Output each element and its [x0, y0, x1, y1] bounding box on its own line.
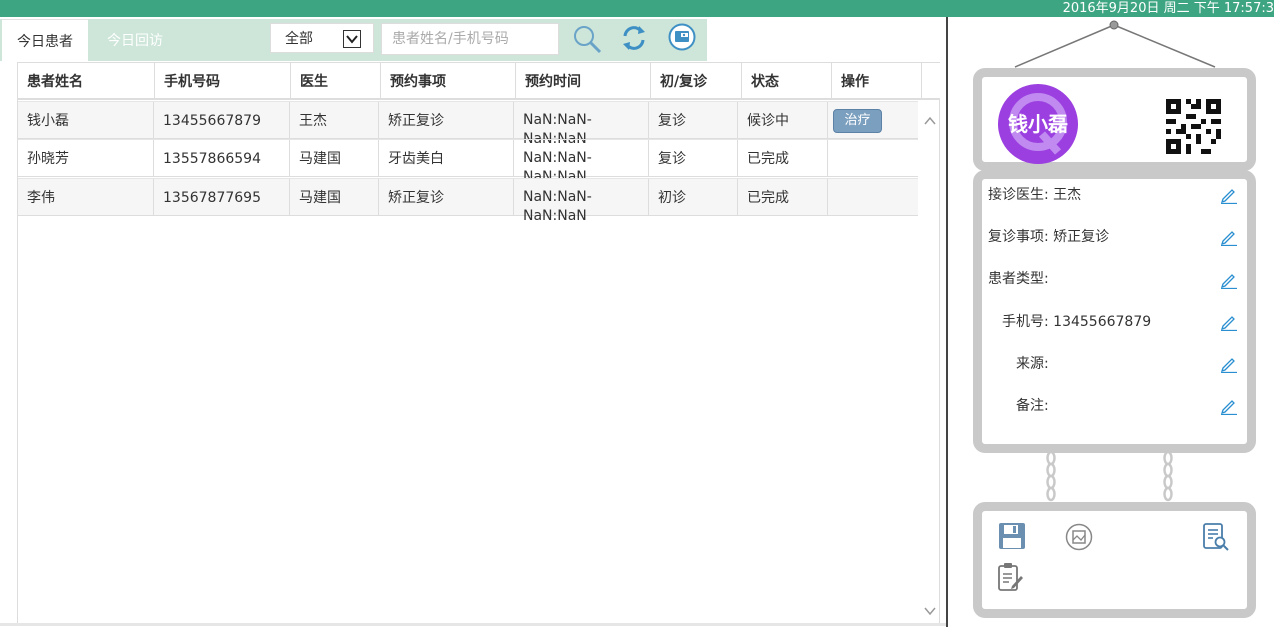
info-patient-type: 患者类型:	[988, 269, 1049, 289]
chain-links	[1046, 450, 1173, 502]
table-header: 患者姓名 手机号码 医生 预约事项 预约时间 初/复诊 状态 操作	[18, 62, 940, 100]
treat-button[interactable]: 治疗	[833, 109, 882, 133]
patient-info-card: 接诊医生: 王杰 复诊事项: 矫正复诊 患者类型: 手机号: 134556678…	[973, 170, 1256, 453]
edit-icon[interactable]	[1220, 228, 1238, 250]
column-header: 预约事项	[381, 63, 516, 99]
search-input[interactable]	[381, 23, 559, 55]
action-cell	[828, 140, 918, 177]
column-header: 预约时间	[516, 63, 651, 99]
column-header: 患者姓名	[18, 63, 155, 99]
tab-today-followup[interactable]: 今日回访	[107, 19, 163, 61]
avatar-name: 钱小磊	[1008, 112, 1068, 136]
record-search-icon[interactable]	[1202, 522, 1230, 556]
column-header: 手机号码	[155, 63, 291, 99]
appointment-time-cell: NaN:NaN-NaN:NaN	[514, 140, 649, 185]
visit-type-cell: 初诊	[649, 179, 738, 216]
info-value: 13455667879	[1053, 314, 1152, 330]
info-doctor: 接诊医生: 王杰	[988, 185, 1081, 205]
refresh-icon[interactable]	[619, 23, 649, 57]
info-value: 王杰	[1053, 187, 1082, 203]
action-cell	[828, 179, 918, 216]
patient-header-card: 钱小磊	[973, 68, 1256, 171]
filter-select[interactable]: 全部	[270, 23, 374, 53]
column-header: 初/复诊	[651, 63, 742, 99]
filter-select-value: 全部	[285, 31, 313, 47]
actions-card	[973, 502, 1256, 618]
avatar[interactable]: 钱小磊	[998, 84, 1078, 164]
patient-name-cell: 孙晓芳	[18, 140, 154, 177]
table-row[interactable]: 孙晓芳 13557866594 马建国 牙齿美白 NaN:NaN-NaN:NaN…	[18, 139, 918, 185]
info-label: 手机号:	[1002, 314, 1049, 330]
doctor-cell: 王杰	[290, 102, 379, 139]
appointment-time-cell: NaN:NaN-NaN:NaN	[514, 179, 649, 224]
phone-cell: 13567877695	[154, 179, 290, 216]
clipboard-edit-icon[interactable]	[996, 562, 1024, 596]
save-icon[interactable]	[998, 522, 1026, 554]
info-followup-item: 复诊事项: 矫正复诊	[988, 227, 1109, 247]
action-cell: 治疗	[828, 102, 918, 139]
table-row[interactable]: 钱小磊 13455667879 王杰 矫正复诊 NaN:NaN-NaN:NaN …	[18, 101, 918, 147]
chevron-down-icon	[343, 30, 361, 48]
appointment-item-cell: 矫正复诊	[379, 102, 514, 139]
status-cell: 已完成	[738, 179, 828, 216]
table-row[interactable]: 李伟 13567877695 马建国 矫正复诊 NaN:NaN-NaN:NaN …	[18, 178, 918, 224]
search-icon[interactable]	[572, 24, 602, 58]
patient-name-cell: 李伟	[18, 179, 154, 216]
visit-type-cell: 复诊	[649, 140, 738, 177]
edit-icon[interactable]	[1220, 397, 1238, 419]
info-label: 复诊事项:	[988, 229, 1049, 245]
appointment-time-cell: NaN:NaN-NaN:NaN	[514, 102, 649, 147]
patient-name-cell: 钱小磊	[18, 102, 154, 139]
status-cell: 已完成	[738, 140, 828, 177]
scroll-up-arrow[interactable]	[923, 114, 937, 132]
info-label: 患者类型:	[988, 271, 1049, 287]
patient-table: 患者姓名 手机号码 医生 预约事项 预约时间 初/复诊 状态 操作 钱小磊 13…	[17, 62, 940, 624]
card-reader-icon[interactable]	[668, 23, 696, 55]
appointment-item-cell: 牙齿美白	[379, 140, 514, 177]
info-label: 来源:	[1016, 356, 1049, 372]
info-label: 备注:	[1016, 398, 1049, 414]
status-cell: 候诊中	[738, 102, 828, 139]
qr-code-icon[interactable]	[1166, 99, 1221, 158]
edit-icon[interactable]	[1220, 271, 1238, 293]
scroll-down-arrow[interactable]	[923, 604, 937, 622]
bottom-divider	[0, 623, 948, 626]
top-bar: 2016年9月20日 周二 下午 17:57:3	[0, 0, 1274, 17]
edit-icon[interactable]	[1220, 355, 1238, 377]
info-notes: 备注:	[1016, 396, 1049, 416]
phone-cell: 13557866594	[154, 140, 290, 177]
tab-today-patients[interactable]: 今日患者	[2, 19, 88, 62]
appointment-item-cell: 矫正复诊	[379, 179, 514, 216]
hanging-string	[1014, 20, 1216, 68]
info-source: 来源:	[1016, 354, 1049, 374]
info-value: 矫正复诊	[1053, 229, 1110, 245]
info-phone: 手机号: 13455667879	[1002, 312, 1151, 332]
column-header: 操作	[832, 63, 922, 99]
column-header: 医生	[291, 63, 381, 99]
edit-icon[interactable]	[1220, 313, 1238, 335]
toolbar: 今日患者 今日回访 全部	[0, 19, 707, 62]
column-header: 状态	[742, 63, 832, 99]
panel-divider	[946, 17, 948, 627]
doctor-cell: 马建国	[290, 179, 379, 216]
doctor-cell: 马建国	[290, 140, 379, 177]
image-icon[interactable]	[1065, 523, 1093, 555]
clock: 2016年9月20日 周二 下午 17:57:3	[1062, 1, 1274, 16]
info-label: 接诊医生:	[988, 187, 1049, 203]
visit-type-cell: 复诊	[649, 102, 738, 139]
edit-icon[interactable]	[1220, 186, 1238, 208]
phone-cell: 13455667879	[154, 102, 290, 139]
